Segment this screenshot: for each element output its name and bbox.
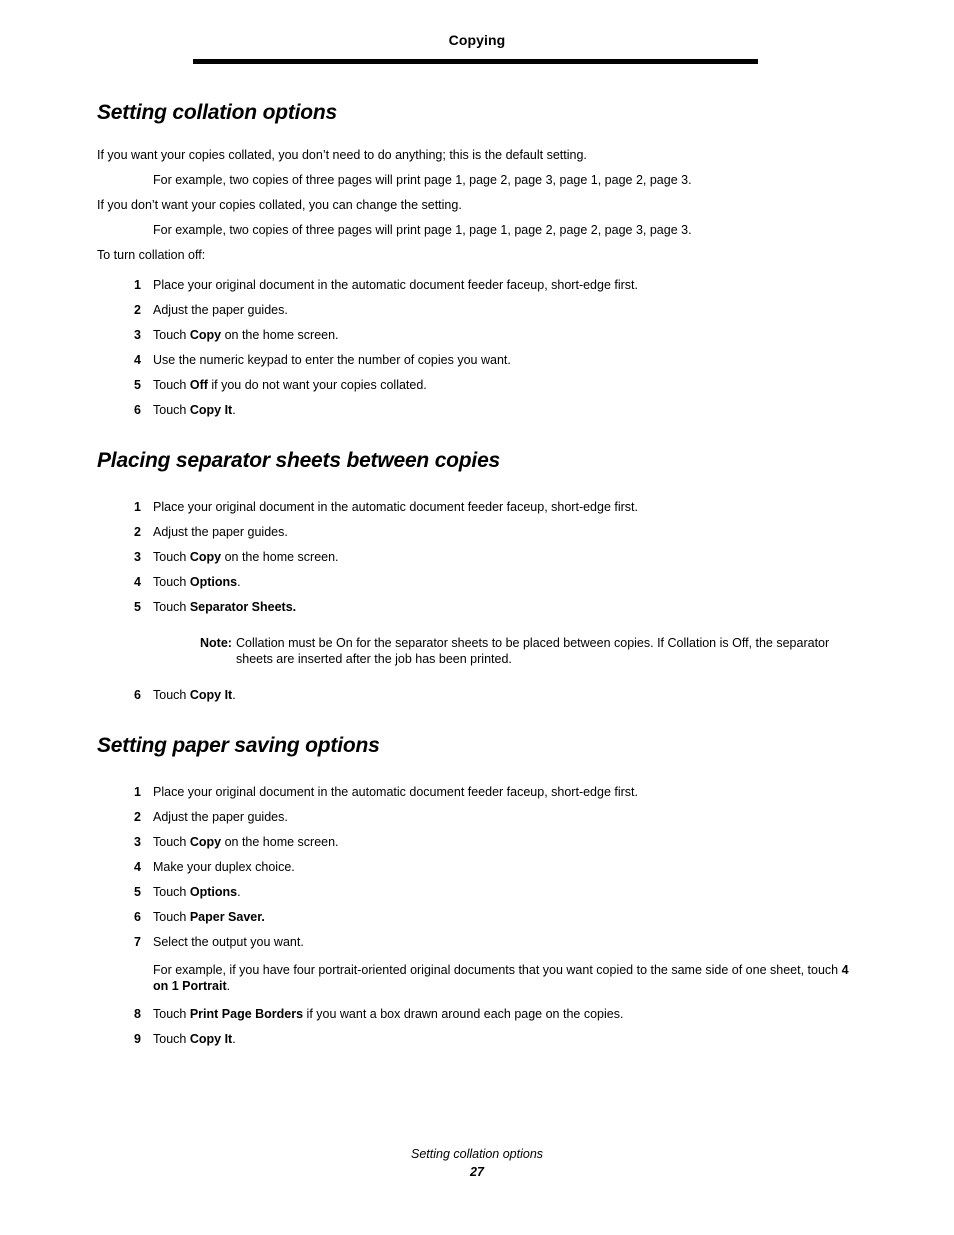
section-heading-setting-paper-saving-options: Setting paper saving options (97, 734, 380, 757)
steps-list-paper-saving: 1 Place your original document in the au… (97, 784, 857, 950)
running-header: Copying (0, 32, 954, 50)
example-paragraph: For example, two copies of three pages w… (153, 173, 692, 187)
footer-page-number: 27 (470, 1165, 484, 1179)
list-item: 6 Touch Copy It. (97, 687, 857, 703)
step-number: 9 (134, 1032, 141, 1046)
list-item: 1 Place your original document in the au… (97, 277, 857, 293)
step-text: Adjust the paper guides. (153, 525, 288, 539)
section-heading-placing-separator-sheets: Placing separator sheets between copies (97, 449, 501, 472)
list-item: 2 Adjust the paper guides. (97, 809, 857, 825)
step-number: 8 (134, 1007, 141, 1021)
step-number: 7 (134, 935, 141, 949)
step-text: Touch Separator Sheets. (153, 600, 297, 614)
step-text: Place your original document in the auto… (153, 278, 638, 292)
step-number: 1 (134, 500, 141, 514)
list-item: 6 Touch Copy It. (97, 402, 857, 418)
header-divider-rule (193, 59, 758, 64)
step-number: 2 (134, 303, 141, 317)
page-content: Setting collation options If you want yo… (97, 100, 857, 1047)
list-item: 9 Touch Copy It. (97, 1031, 857, 1047)
step-number: 6 (134, 910, 141, 924)
step-number: 2 (134, 810, 141, 824)
step-text: Select the output you want. (153, 935, 304, 949)
step-text: Place your original document in the auto… (153, 500, 638, 514)
step-number: 4 (134, 353, 141, 367)
steps-list-collation: 1 Place your original document in the au… (97, 277, 857, 418)
step-number: 1 (134, 785, 141, 799)
step-example-paragraph: For example, if you have four portrait-o… (153, 963, 849, 993)
list-item: 2 Adjust the paper guides. (97, 302, 857, 318)
step-text: Touch Options. (153, 575, 241, 589)
step-text: Touch Print Page Borders if you want a b… (153, 1007, 624, 1021)
page-footer: Setting collation options 27 (0, 1146, 954, 1180)
step-number: 4 (134, 575, 141, 589)
list-item: 7 Select the output you want. (97, 934, 857, 950)
step-number: 5 (134, 378, 141, 392)
list-item: 1 Place your original document in the au… (97, 499, 857, 515)
step-number: 3 (134, 328, 141, 342)
list-item: 4 Use the numeric keypad to enter the nu… (97, 352, 857, 368)
section-heading-setting-collation-options: Setting collation options (97, 101, 337, 124)
step-text: Adjust the paper guides. (153, 303, 288, 317)
step-text: Touch Paper Saver. (153, 910, 265, 924)
list-item: 5 Touch Separator Sheets. (97, 599, 857, 615)
step-number: 5 (134, 885, 141, 899)
step-number: 6 (134, 688, 141, 702)
steps-list-paper-saving-continued: 8 Touch Print Page Borders if you want a… (97, 1006, 857, 1047)
list-item: 6 Touch Paper Saver. (97, 909, 857, 925)
steps-list-separator-sheets: 1 Place your original document in the au… (97, 499, 857, 615)
step-text: Adjust the paper guides. (153, 810, 288, 824)
steps-list-separator-sheets-continued: 6 Touch Copy It. (97, 687, 857, 703)
step-text: Touch Copy on the home screen. (153, 550, 339, 564)
step-number: 5 (134, 600, 141, 614)
step-number: 2 (134, 525, 141, 539)
list-item: 3 Touch Copy on the home screen. (97, 549, 857, 565)
step-text: Use the numeric keypad to enter the numb… (153, 353, 511, 367)
note-text: Collation must be On for the separator s… (236, 636, 830, 666)
step-number: 3 (134, 835, 141, 849)
footer-section-title: Setting collation options (410, 1147, 544, 1161)
step-text: Touch Copy It. (153, 688, 236, 702)
step-text: Touch Off if you do not want your copies… (153, 378, 427, 392)
step-text: Touch Copy It. (153, 403, 236, 417)
list-item: 2 Adjust the paper guides. (97, 524, 857, 540)
intro-paragraph: If you want your copies collated, you do… (97, 148, 587, 162)
step-text: Make your duplex choice. (153, 860, 295, 874)
list-item: 3 Touch Copy on the home screen. (97, 834, 857, 850)
note-label: Note: (200, 636, 232, 650)
list-item: 3 Touch Copy on the home screen. (97, 327, 857, 343)
list-item: 1 Place your original document in the au… (97, 784, 857, 800)
list-item: 5 Touch Off if you do not want your copi… (97, 377, 857, 393)
list-item: 4 Touch Options. (97, 574, 857, 590)
step-number: 6 (134, 403, 141, 417)
list-item: 8 Touch Print Page Borders if you want a… (97, 1006, 857, 1022)
running-header-title: Copying (448, 32, 506, 48)
list-item: 4 Make your duplex choice. (97, 859, 857, 875)
step-text: Touch Copy on the home screen. (153, 835, 339, 849)
step-number: 3 (134, 550, 141, 564)
intro-paragraph: If you don’t want your copies collated, … (97, 198, 462, 212)
example-paragraph: For example, two copies of three pages w… (153, 223, 692, 237)
step-text: Touch Copy It. (153, 1032, 236, 1046)
step-number: 4 (134, 860, 141, 874)
list-item: 5 Touch Options. (97, 884, 857, 900)
step-number: 1 (134, 278, 141, 292)
note-block: Note: Collation must be On for the separ… (97, 635, 857, 667)
step-text: Place your original document in the auto… (153, 785, 638, 799)
step-text: Touch Options. (153, 885, 241, 899)
intro-paragraph: To turn collation off: (97, 248, 206, 262)
document-page: Copying Setting collation options If you… (0, 0, 954, 1235)
step-text: Touch Copy on the home screen. (153, 328, 339, 342)
